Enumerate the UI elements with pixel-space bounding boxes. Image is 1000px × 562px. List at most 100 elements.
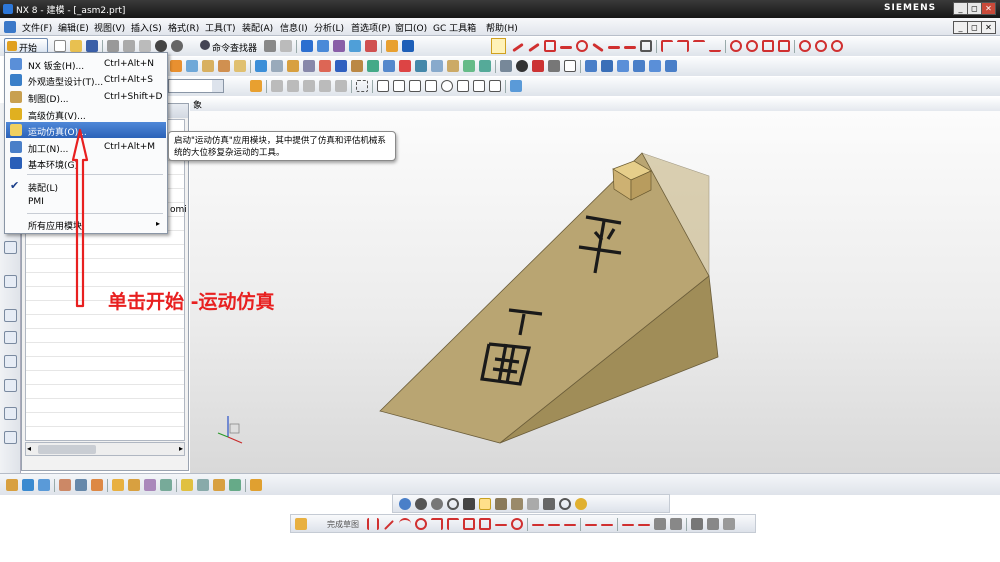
assembly-tool-icon[interactable] bbox=[91, 479, 103, 491]
horizontal-scrollbar[interactable]: ◂ ▸ bbox=[25, 442, 185, 456]
constraint-icon[interactable] bbox=[622, 524, 634, 526]
edge-icon[interactable] bbox=[548, 60, 560, 72]
menu-window[interactable]: 窗口(O) bbox=[395, 21, 427, 34]
measure-icon[interactable] bbox=[333, 40, 345, 52]
scroll-thumb[interactable] bbox=[38, 445, 96, 454]
finish-sketch-label[interactable]: 完成草图 bbox=[327, 519, 359, 530]
assembly-tool-icon[interactable] bbox=[160, 479, 172, 491]
sew-icon[interactable] bbox=[431, 60, 443, 72]
command-finder-label[interactable]: 命令查找器 bbox=[212, 41, 257, 54]
save-icon[interactable] bbox=[86, 40, 98, 52]
list-item[interactable] bbox=[26, 260, 184, 273]
minimize-button[interactable]: _ bbox=[953, 2, 968, 15]
pattern-curve-icon[interactable] bbox=[548, 524, 560, 526]
snap-icon[interactable] bbox=[799, 40, 811, 52]
clock-icon[interactable] bbox=[4, 309, 17, 322]
menu-preferences[interactable]: 首选项(P) bbox=[351, 21, 390, 34]
history-icon[interactable] bbox=[4, 275, 17, 288]
no-entry-icon[interactable] bbox=[447, 498, 459, 510]
list-item[interactable] bbox=[26, 344, 184, 357]
extrude-icon[interactable] bbox=[170, 60, 182, 72]
chamfer-edge-icon[interactable] bbox=[319, 60, 331, 72]
new-file-icon[interactable] bbox=[54, 40, 66, 52]
chamfer-icon[interactable] bbox=[624, 46, 636, 49]
command-finder-icon[interactable] bbox=[200, 40, 210, 50]
list-item[interactable] bbox=[26, 414, 184, 427]
snap-mid-icon[interactable] bbox=[409, 80, 421, 92]
roles-icon[interactable] bbox=[4, 355, 17, 368]
assembly-tool-icon[interactable] bbox=[38, 479, 50, 491]
shaded-edges-icon[interactable] bbox=[431, 498, 443, 510]
app-menu-icon[interactable] bbox=[4, 21, 16, 33]
ramp-top-face[interactable] bbox=[379, 152, 710, 444]
snap-icon[interactable] bbox=[831, 40, 843, 52]
assembly-tool-icon[interactable] bbox=[6, 479, 18, 491]
shade-icon[interactable] bbox=[516, 60, 528, 72]
sketch-settings-icon[interactable] bbox=[707, 518, 719, 530]
highlight-icon[interactable] bbox=[479, 498, 491, 510]
menu-item-advanced-simulation[interactable]: 高级仿真(V)... bbox=[6, 106, 166, 122]
circle-icon[interactable] bbox=[415, 518, 427, 530]
assembly-tool-icon[interactable] bbox=[128, 479, 140, 491]
scale-icon[interactable] bbox=[479, 60, 491, 72]
background-icon[interactable] bbox=[564, 60, 576, 72]
face-icon[interactable] bbox=[511, 498, 523, 510]
paste-icon[interactable] bbox=[139, 40, 151, 52]
select-icon[interactable] bbox=[271, 80, 283, 92]
corner-icon[interactable] bbox=[661, 40, 673, 52]
menu-edit[interactable]: 编辑(E) bbox=[58, 21, 89, 34]
shaded-icon[interactable] bbox=[415, 498, 427, 510]
list-item[interactable] bbox=[26, 330, 184, 343]
open-folder-icon[interactable] bbox=[70, 40, 82, 52]
draft-icon[interactable] bbox=[351, 60, 363, 72]
list-item[interactable] bbox=[26, 246, 184, 259]
offset-face-icon[interactable] bbox=[463, 60, 475, 72]
redo-icon[interactable] bbox=[171, 40, 183, 52]
menu-format[interactable]: 格式(R) bbox=[168, 21, 199, 34]
menu-assembly[interactable]: 装配(A) bbox=[242, 21, 273, 34]
snap-control-icon[interactable] bbox=[425, 80, 437, 92]
point-icon[interactable] bbox=[762, 40, 774, 52]
menu-file[interactable]: 文件(F) bbox=[22, 21, 52, 34]
select-icon[interactable] bbox=[303, 80, 315, 92]
snap-existing-icon[interactable] bbox=[489, 80, 501, 92]
line-icon[interactable] bbox=[512, 42, 524, 53]
rotate-view-icon[interactable] bbox=[399, 498, 411, 510]
color-icon[interactable] bbox=[463, 498, 475, 510]
selection-filter-dropdown[interactable] bbox=[168, 79, 224, 93]
close-button[interactable]: ✕ bbox=[981, 2, 996, 15]
analysis-icon[interactable] bbox=[365, 40, 377, 52]
pattern-icon[interactable] bbox=[367, 60, 379, 72]
line-icon[interactable] bbox=[384, 520, 394, 530]
menu-gc-toolkit[interactable]: GC 工具箱 bbox=[433, 21, 476, 34]
boss-icon[interactable] bbox=[218, 60, 230, 72]
mirror-curve-icon[interactable] bbox=[564, 524, 576, 526]
cut-icon[interactable] bbox=[107, 40, 119, 52]
shell-icon[interactable] bbox=[335, 60, 347, 72]
assembly-tool-icon[interactable] bbox=[144, 479, 156, 491]
sketch-settings-icon[interactable] bbox=[691, 518, 703, 530]
process-studio-icon[interactable] bbox=[4, 431, 17, 444]
revolve-icon[interactable] bbox=[186, 60, 198, 72]
wcs-icon[interactable] bbox=[317, 40, 329, 52]
system-materials-icon[interactable] bbox=[4, 379, 17, 392]
thicken-icon[interactable] bbox=[447, 60, 459, 72]
palette-icon[interactable] bbox=[4, 407, 17, 420]
select-icon[interactable] bbox=[319, 80, 331, 92]
offset-icon[interactable] bbox=[608, 46, 620, 49]
menu-view[interactable]: 视图(V) bbox=[94, 21, 125, 34]
menu-item-drafting[interactable]: 制图(D)... Ctrl+Shift+D bbox=[6, 89, 166, 105]
select-icon[interactable] bbox=[287, 80, 299, 92]
subtract-icon[interactable] bbox=[271, 60, 283, 72]
table-icon[interactable] bbox=[402, 40, 414, 52]
snap-end-icon[interactable] bbox=[393, 80, 405, 92]
scroll-left-icon[interactable]: ◂ bbox=[27, 444, 31, 453]
arc-icon[interactable] bbox=[560, 46, 572, 49]
list-item[interactable] bbox=[26, 386, 184, 399]
doc-minimize-button[interactable]: _ bbox=[953, 21, 968, 34]
perspective-icon[interactable] bbox=[665, 60, 677, 72]
profile-icon[interactable] bbox=[367, 518, 379, 530]
fit-icon[interactable] bbox=[601, 60, 613, 72]
rectangle-icon[interactable] bbox=[544, 40, 556, 52]
maximize-button[interactable]: ◻ bbox=[967, 2, 982, 15]
